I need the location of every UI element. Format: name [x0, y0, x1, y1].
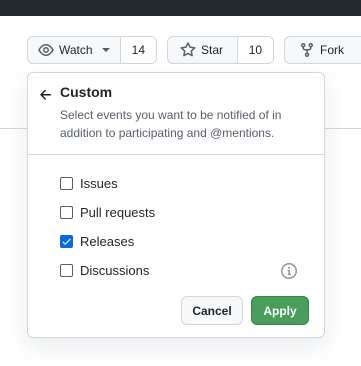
option-label: Issues	[80, 175, 118, 191]
eye-icon	[38, 42, 54, 58]
star-label: Star	[201, 43, 224, 57]
star-icon	[180, 42, 196, 58]
option-label: Pull requests	[80, 204, 156, 220]
fork-label: Fork	[320, 43, 344, 57]
dropdown-title: Custom	[60, 84, 113, 100]
option-releases[interactable]: Releases	[60, 232, 134, 250]
arrow-left-icon[interactable]	[38, 87, 54, 103]
dropdown-description: Select events you want to be notified of…	[60, 108, 282, 140]
star-button-group: Star 10	[167, 36, 274, 64]
star-count[interactable]: 10	[236, 37, 273, 63]
watch-button[interactable]: Watch	[28, 37, 120, 63]
cancel-button[interactable]: Cancel	[181, 296, 243, 325]
watch-button-group: Watch 14	[27, 36, 157, 64]
top-header-bar	[0, 0, 361, 16]
option-issues[interactable]: Issues	[60, 174, 118, 192]
dropdown-header: Custom Select events you want to be noti…	[28, 73, 324, 155]
issues-checkbox[interactable]	[60, 176, 73, 190]
option-label: Discussions	[80, 262, 150, 278]
fork-button-group: Fork	[284, 36, 361, 64]
option-label: Releases	[80, 233, 135, 249]
check-icon	[62, 238, 71, 245]
option-pull-requests[interactable]: Pull requests	[60, 203, 155, 221]
pull-requests-checkbox[interactable]	[60, 205, 73, 219]
releases-checkbox[interactable]	[60, 234, 73, 248]
star-button[interactable]: Star	[168, 37, 237, 63]
apply-button[interactable]: Apply	[251, 296, 309, 325]
custom-notifications-dropdown: Custom Select events you want to be noti…	[27, 72, 325, 338]
chevron-down-icon	[101, 48, 110, 52]
fork-button[interactable]: Fork	[285, 37, 354, 63]
watch-label: Watch	[59, 43, 93, 57]
option-discussions[interactable]: Discussions	[60, 261, 149, 279]
repo-forked-icon	[299, 42, 315, 58]
discussions-checkbox[interactable]	[60, 263, 73, 277]
watch-count[interactable]: 14	[119, 37, 156, 63]
info-icon[interactable]	[281, 263, 297, 279]
